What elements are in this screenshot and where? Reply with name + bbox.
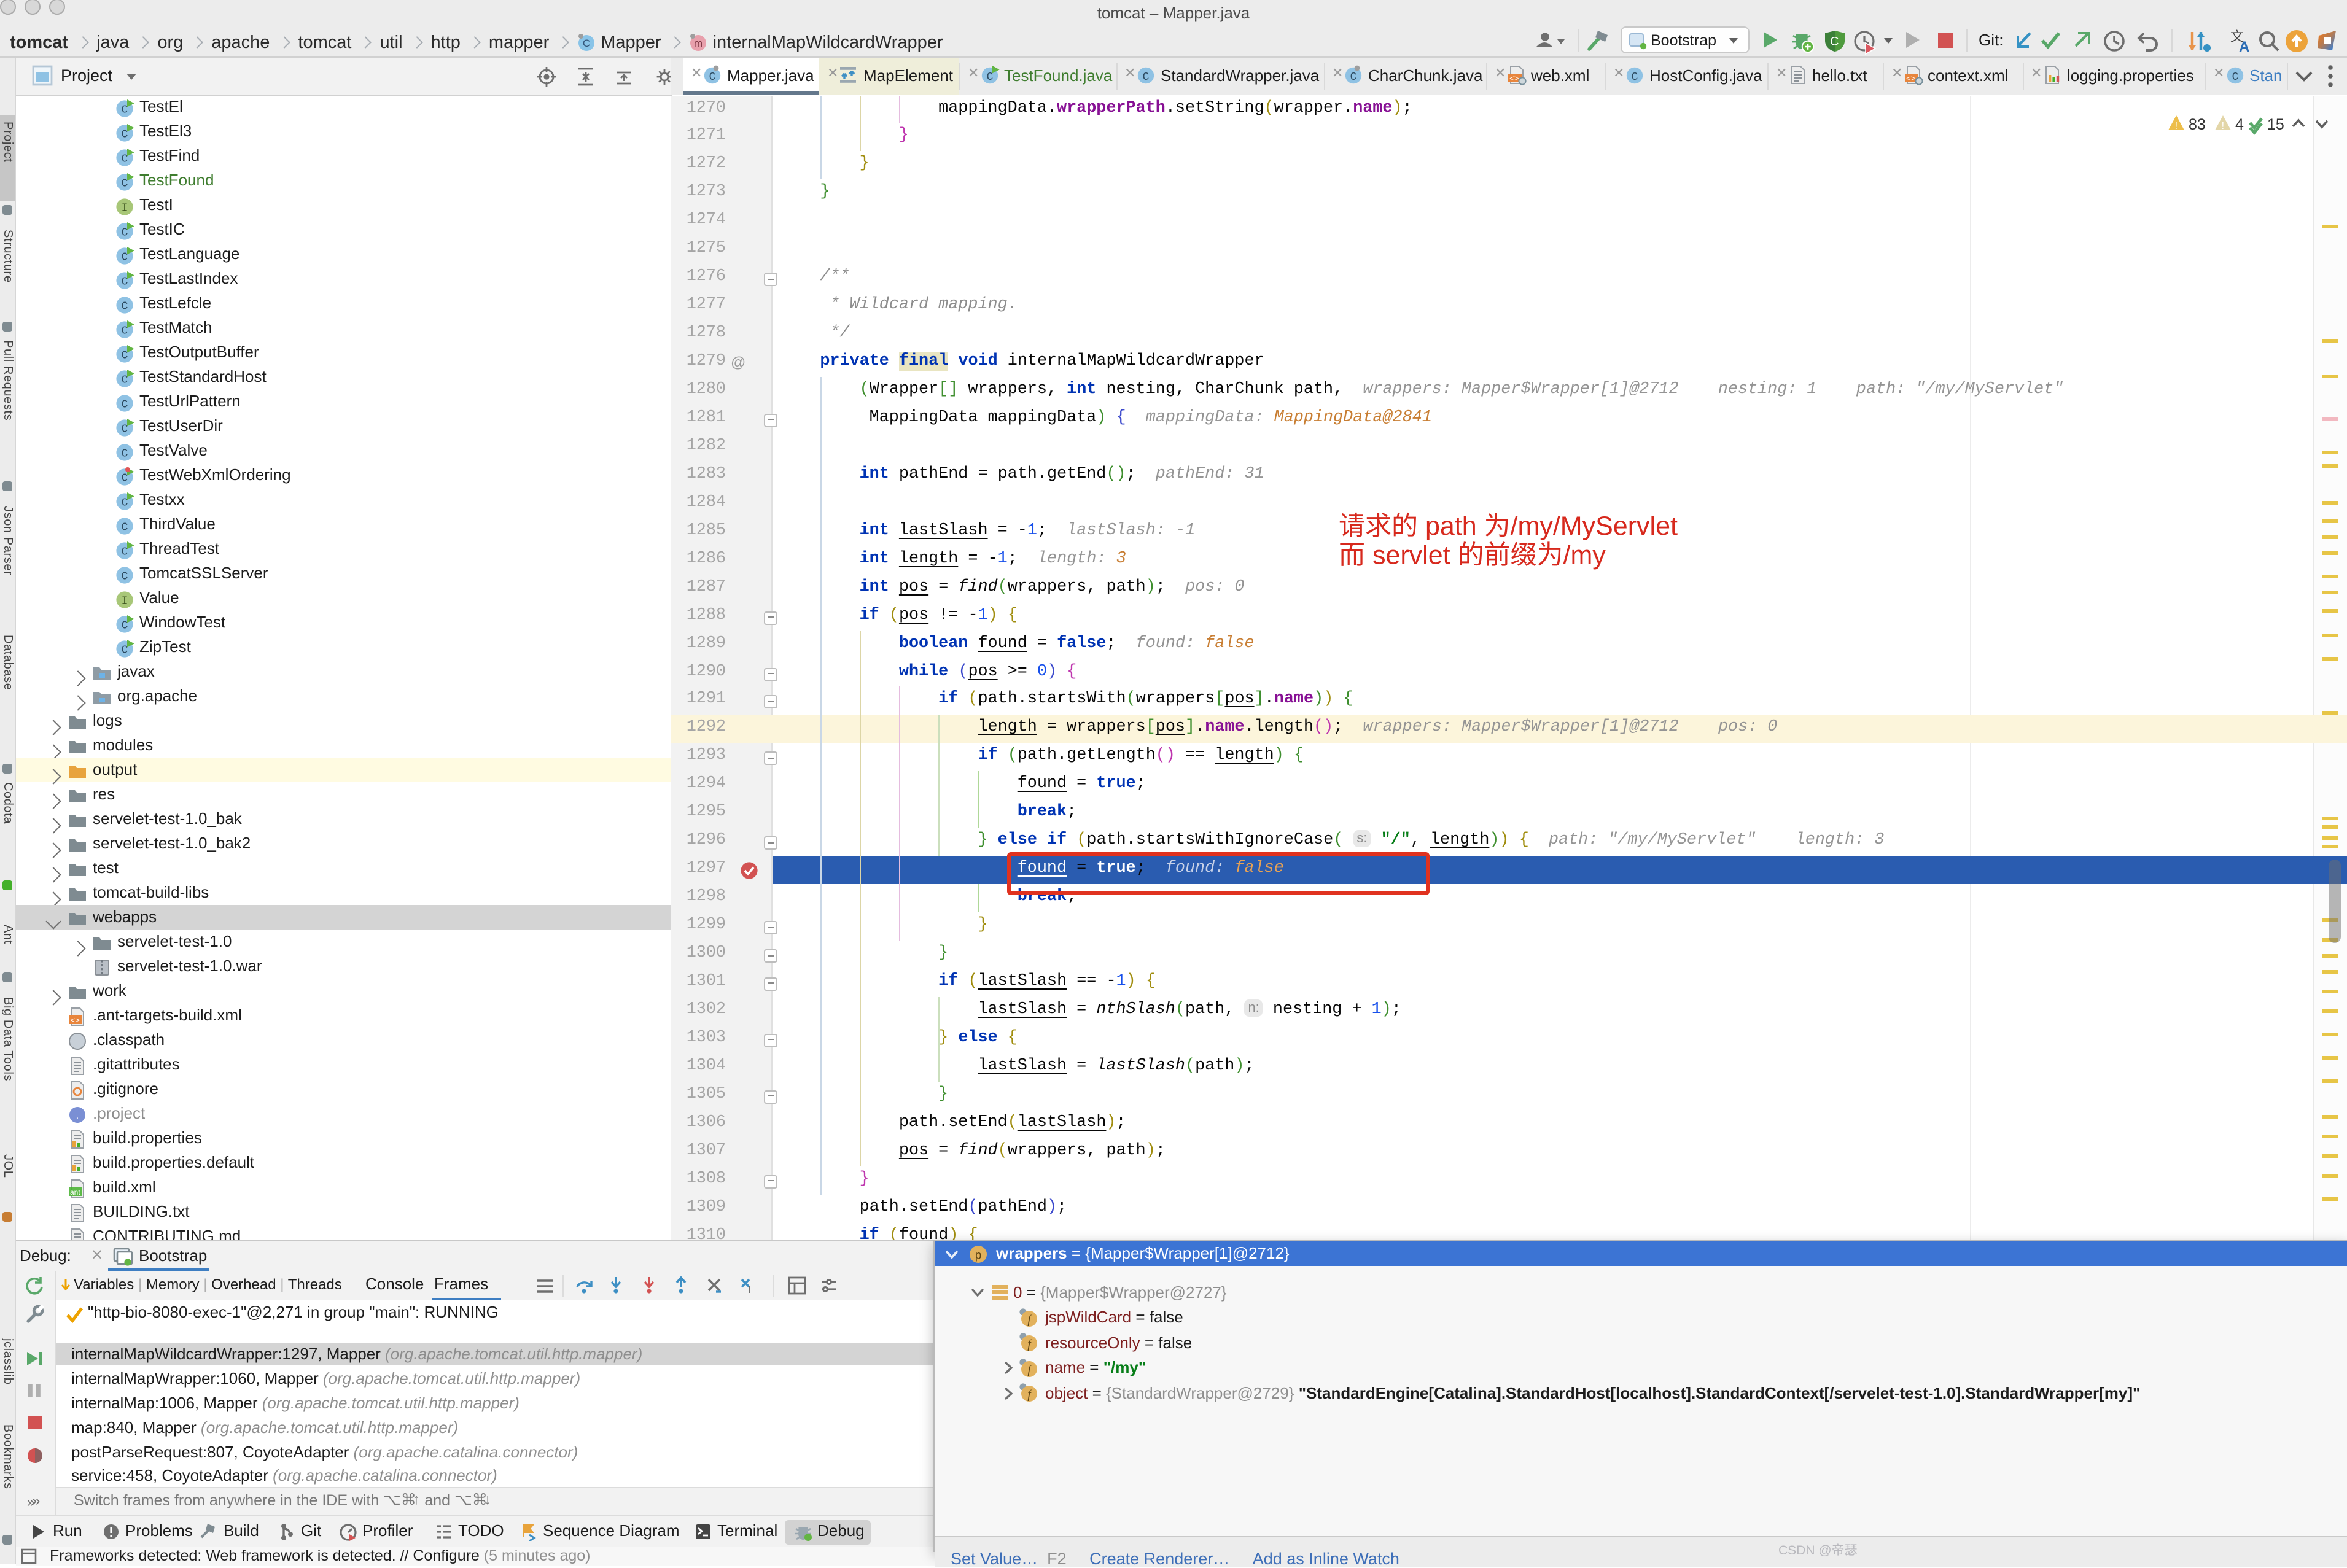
svg-text:C: C	[121, 620, 128, 632]
svg-text:C: C	[121, 424, 128, 436]
svg-text:p: p	[975, 1249, 982, 1262]
svg-text:C: C	[709, 71, 716, 83]
svg-text:/my: /my	[1563, 540, 1606, 569]
svg-text:C: C	[121, 153, 128, 166]
svg-text:C: C	[121, 104, 128, 117]
svg-text:↓: ↓	[484, 1492, 491, 1508]
svg-text:servlet: servlet	[1372, 540, 1450, 569]
svg-text:<>: <>	[1905, 74, 1915, 83]
svg-text:m: m	[695, 37, 703, 49]
svg-text:C: C	[121, 473, 128, 485]
svg-text:C: C	[121, 301, 128, 313]
svg-text:<>: <>	[70, 1016, 80, 1025]
svg-text:<>: <>	[1509, 74, 1519, 83]
svg-text:C: C	[121, 276, 128, 289]
svg-text:I: I	[747, 1285, 750, 1294]
svg-text:path: path	[1425, 511, 1477, 540]
svg-text:Git:: Git:	[1979, 31, 2003, 49]
svg-text:!: !	[2175, 120, 2178, 131]
svg-text:C: C	[2232, 71, 2238, 83]
svg-text:Bootstrap: Bootstrap	[1651, 32, 1716, 49]
svg-text:C: C	[1830, 35, 1839, 49]
svg-text:C: C	[121, 325, 128, 338]
svg-text:C: C	[121, 129, 128, 141]
svg-text:C: C	[986, 71, 993, 83]
svg-text:CSDN @: CSDN @	[1778, 1543, 1832, 1558]
svg-text:C: C	[121, 522, 128, 534]
svg-text:C: C	[121, 350, 128, 362]
svg-text:C: C	[121, 645, 128, 657]
svg-text:C: C	[121, 571, 128, 583]
svg-text:4: 4	[2235, 115, 2244, 133]
svg-text:C: C	[121, 399, 128, 411]
svg-text:15: 15	[2267, 115, 2284, 133]
svg-text:ant: ant	[70, 1188, 80, 1197]
svg-text:.: .	[76, 1111, 79, 1121]
svg-text:I: I	[121, 596, 128, 608]
svg-text:A: A	[2239, 39, 2249, 55]
svg-text:I: I	[121, 203, 128, 215]
svg-text:!: !	[2222, 120, 2224, 131]
svg-text:C: C	[121, 178, 128, 190]
svg-text:C: C	[121, 448, 128, 460]
svg-text:↑: ↑	[413, 1492, 420, 1508]
svg-text:83: 83	[2189, 115, 2206, 133]
svg-text:C: C	[121, 252, 128, 264]
svg-text:/my/MyServlet: /my/MyServlet	[1511, 511, 1678, 540]
svg-text:C: C	[1632, 71, 1638, 83]
svg-text:C: C	[1143, 71, 1150, 83]
svg-text:C: C	[583, 37, 590, 49]
svg-text:C: C	[121, 227, 128, 239]
svg-text:C: C	[121, 375, 128, 387]
svg-text:C: C	[121, 497, 128, 510]
svg-text:C: C	[1350, 71, 1357, 83]
svg-text:C: C	[121, 546, 128, 559]
